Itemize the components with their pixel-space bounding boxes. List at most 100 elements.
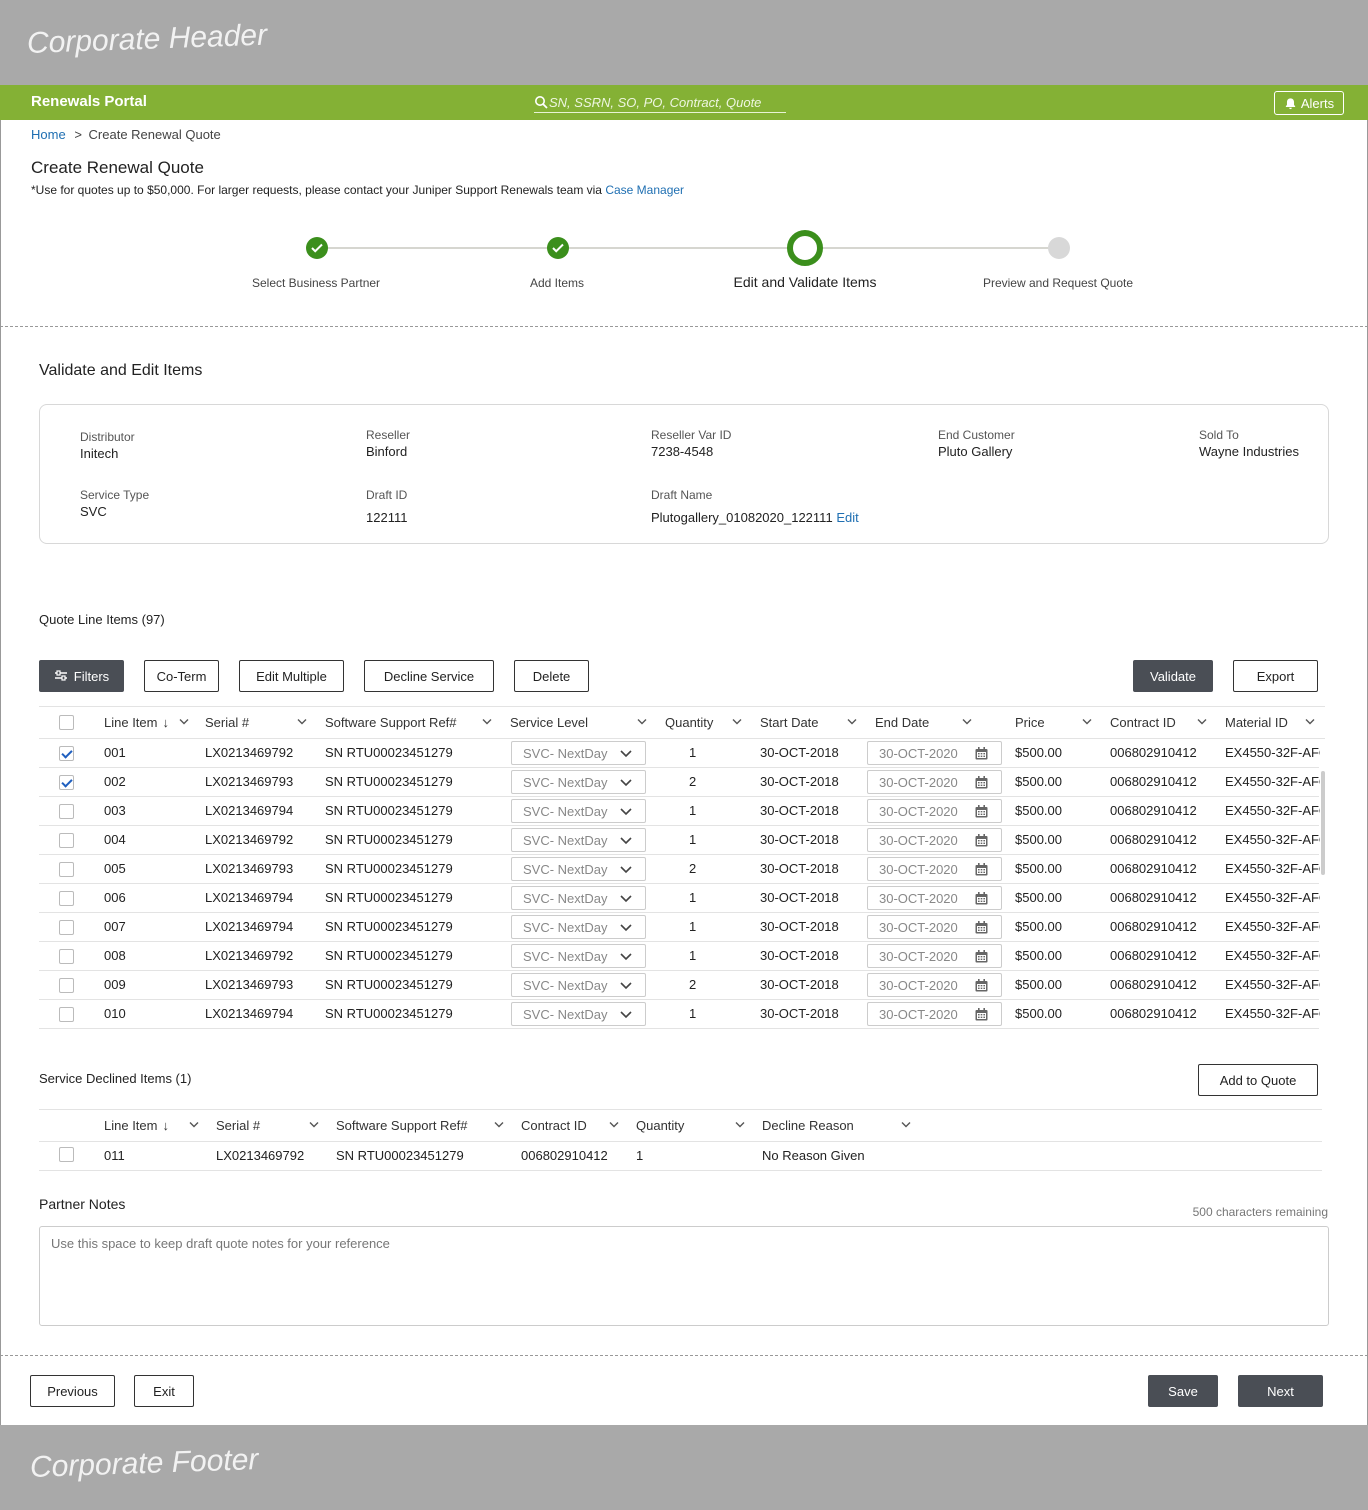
end-date-input[interactable]: 30-OCT-2020 <box>867 828 1002 852</box>
row-select-checkbox[interactable] <box>59 1007 74 1022</box>
table-row[interactable]: 002 LX0213469793 SN RTU00023451279 SVC- Nex… <box>39 768 1320 797</box>
column-menu-chevron-icon[interactable] <box>847 718 857 726</box>
column-menu-chevron-icon[interactable] <box>732 718 742 726</box>
calendar-icon[interactable] <box>975 950 988 963</box>
service-level-select[interactable]: SVC- NextDay <box>511 944 646 968</box>
validate-button[interactable]: Validate <box>1133 660 1213 692</box>
alerts-button[interactable]: Alerts <box>1274 91 1344 115</box>
calendar-icon[interactable] <box>975 863 988 876</box>
case-manager-link[interactable]: Case Manager <box>605 183 684 197</box>
portal-title[interactable]: Renewals Portal <box>31 93 147 110</box>
column-header-service-level[interactable]: Service Level <box>510 715 588 730</box>
column-menu-chevron-icon[interactable] <box>735 1121 745 1129</box>
declined-column-header-serial[interactable]: Serial # <box>216 1118 260 1133</box>
end-date-input[interactable]: 30-OCT-2020 <box>867 770 1002 794</box>
table-row[interactable]: 005 LX0213469793 SN RTU00023451279 SVC- Nex… <box>39 855 1320 884</box>
table-row[interactable]: 007 LX0213469794 SN RTU00023451279 SVC- Nex… <box>39 913 1320 942</box>
declined-column-header-contract-id[interactable]: Contract ID <box>521 1118 587 1133</box>
end-date-input[interactable]: 30-OCT-2020 <box>867 857 1002 881</box>
column-menu-chevron-icon[interactable] <box>297 718 307 726</box>
service-level-select[interactable]: SVC- NextDay <box>511 857 646 881</box>
row-select-checkbox[interactable] <box>59 746 74 761</box>
partner-notes-textarea[interactable] <box>39 1226 1329 1326</box>
service-level-select[interactable]: SVC- NextDay <box>511 799 646 823</box>
column-menu-chevron-icon[interactable] <box>637 718 647 726</box>
breadcrumb-home-link[interactable]: Home <box>31 127 66 142</box>
row-select-checkbox[interactable] <box>59 949 74 964</box>
export-button[interactable]: Export <box>1233 660 1318 692</box>
calendar-icon[interactable] <box>975 892 988 905</box>
calendar-icon[interactable] <box>975 834 988 847</box>
search-input[interactable] <box>549 93 784 111</box>
add-to-quote-button[interactable]: Add to Quote <box>1198 1064 1318 1096</box>
column-menu-chevron-icon[interactable] <box>1197 718 1207 726</box>
end-date-input[interactable]: 30-OCT-2020 <box>867 799 1002 823</box>
column-menu-chevron-icon[interactable] <box>189 1121 199 1129</box>
declined-column-header-decline-reason[interactable]: Decline Reason <box>762 1118 854 1133</box>
calendar-icon[interactable] <box>975 1008 988 1021</box>
sort-arrow-icon[interactable]: ↓ <box>162 715 169 730</box>
column-menu-chevron-icon[interactable] <box>609 1121 619 1129</box>
next-button[interactable]: Next <box>1238 1375 1323 1407</box>
table-row[interactable]: 001 LX0213469792 SN RTU00023451279 SVC- Nex… <box>39 739 1320 768</box>
row-select-checkbox[interactable] <box>59 804 74 819</box>
column-header-end-date[interactable]: End Date <box>875 715 929 730</box>
sort-arrow-icon[interactable]: ↓ <box>162 1118 169 1133</box>
column-menu-chevron-icon[interactable] <box>309 1121 319 1129</box>
column-header-material-id[interactable]: Material ID <box>1225 715 1288 730</box>
calendar-icon[interactable] <box>975 747 988 760</box>
declined-table-row[interactable]: 011 LX0213469792 SN RTU00023451279 00680291… <box>39 1142 1322 1171</box>
service-level-select[interactable]: SVC- NextDay <box>511 886 646 910</box>
filters-button[interactable]: Filters <box>39 660 124 692</box>
end-date-input[interactable]: 30-OCT-2020 <box>867 741 1002 765</box>
column-menu-chevron-icon[interactable] <box>1082 718 1092 726</box>
edit-multiple-button[interactable]: Edit Multiple <box>239 660 344 692</box>
calendar-icon[interactable] <box>975 805 988 818</box>
column-menu-chevron-icon[interactable] <box>1305 718 1315 726</box>
column-header-contract-id[interactable]: Contract ID <box>1110 715 1176 730</box>
table-scrollbar[interactable] <box>1321 771 1325 875</box>
table-row[interactable]: 003 LX0213469794 SN RTU00023451279 SVC- Nex… <box>39 797 1320 826</box>
end-date-input[interactable]: 30-OCT-2020 <box>867 1002 1002 1026</box>
delete-button[interactable]: Delete <box>514 660 589 692</box>
row-select-checkbox[interactable] <box>59 1147 74 1162</box>
calendar-icon[interactable] <box>975 776 988 789</box>
declined-column-header-software-support-ref[interactable]: Software Support Ref# <box>336 1118 468 1133</box>
row-select-checkbox[interactable] <box>59 920 74 935</box>
save-button[interactable]: Save <box>1148 1375 1218 1407</box>
service-level-select[interactable]: SVC- NextDay <box>511 770 646 794</box>
row-select-checkbox[interactable] <box>59 775 74 790</box>
edit-draft-name-link[interactable]: Edit <box>836 510 858 525</box>
column-header-line-item[interactable]: Line Item ↓ <box>104 715 169 730</box>
previous-button[interactable]: Previous <box>30 1375 115 1407</box>
row-select-checkbox[interactable] <box>59 891 74 906</box>
column-menu-chevron-icon[interactable] <box>179 718 189 726</box>
calendar-icon[interactable] <box>975 921 988 934</box>
table-row[interactable]: 009 LX0213469793 SN RTU00023451279 SVC- Nex… <box>39 971 1320 1000</box>
table-row[interactable]: 006 LX0213469794 SN RTU00023451279 SVC- Nex… <box>39 884 1320 913</box>
column-menu-chevron-icon[interactable] <box>901 1121 911 1129</box>
row-select-checkbox[interactable] <box>59 862 74 877</box>
exit-button[interactable]: Exit <box>134 1375 194 1407</box>
service-level-select[interactable]: SVC- NextDay <box>511 741 646 765</box>
row-select-checkbox[interactable] <box>59 833 74 848</box>
end-date-input[interactable]: 30-OCT-2020 <box>867 915 1002 939</box>
service-level-select[interactable]: SVC- NextDay <box>511 828 646 852</box>
row-select-checkbox[interactable] <box>59 978 74 993</box>
table-row[interactable]: 010 LX0213469794 SN RTU00023451279 SVC- Nex… <box>39 1000 1320 1029</box>
service-level-select[interactable]: SVC- NextDay <box>511 915 646 939</box>
column-header-quantity[interactable]: Quantity <box>665 715 713 730</box>
table-row[interactable]: 004 LX0213469792 SN RTU00023451279 SVC- Nex… <box>39 826 1320 855</box>
declined-column-header-quantity[interactable]: Quantity <box>636 1118 684 1133</box>
service-level-select[interactable]: SVC- NextDay <box>511 973 646 997</box>
table-row[interactable]: 008 LX0213469792 SN RTU00023451279 SVC- Nex… <box>39 942 1320 971</box>
column-header-software-support-ref[interactable]: Software Support Ref# <box>325 715 457 730</box>
service-level-select[interactable]: SVC- NextDay <box>511 1002 646 1026</box>
decline-service-button[interactable]: Decline Service <box>364 660 494 692</box>
column-menu-chevron-icon[interactable] <box>482 718 492 726</box>
declined-column-header-line-item[interactable]: Line Item ↓ <box>104 1118 169 1133</box>
column-menu-chevron-icon[interactable] <box>962 718 972 726</box>
end-date-input[interactable]: 30-OCT-2020 <box>867 886 1002 910</box>
column-header-price[interactable]: Price <box>1015 715 1045 730</box>
column-header-start-date[interactable]: Start Date <box>760 715 819 730</box>
